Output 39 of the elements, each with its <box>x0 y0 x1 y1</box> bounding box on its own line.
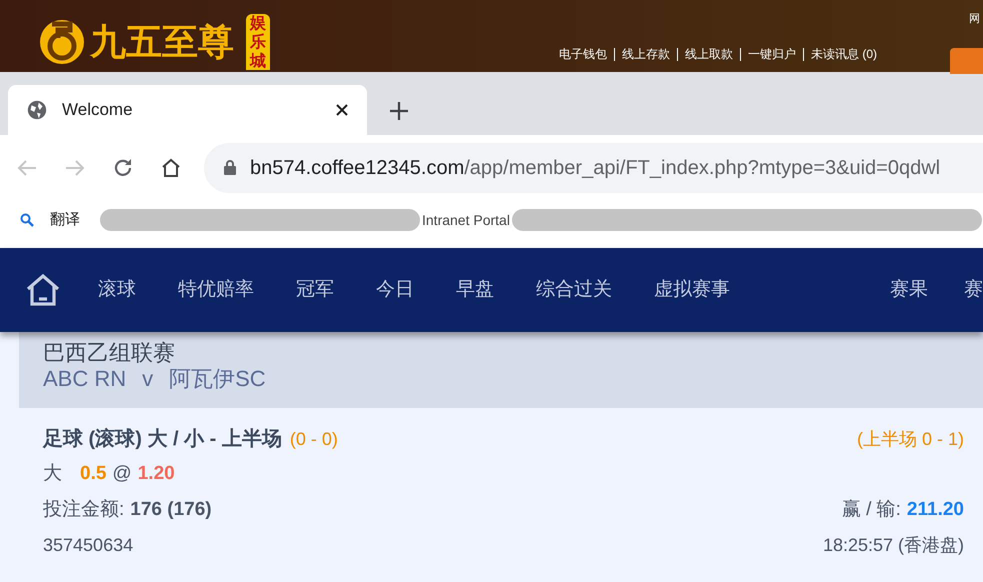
league-name: 巴西乙组联赛 <box>43 340 176 366</box>
line-value: 0.5 <box>80 462 106 486</box>
tab-title: Welcome <box>62 99 134 122</box>
bookmark-label: Intranet Portal <box>420 212 512 228</box>
banner-link[interactable]: 一键归户 <box>740 48 796 61</box>
banner-link[interactable]: 未读讯息 (0) <box>803 48 877 61</box>
browser-tab[interactable]: Welcome <box>8 85 367 135</box>
team-name: 阿瓦伊SC <box>169 366 266 392</box>
half-score-text: (上半场 0 - 1) <box>856 428 964 451</box>
bookmark-link[interactable]: 翻译 <box>20 208 80 232</box>
win-label: 赢 / 输: <box>842 498 901 522</box>
bet-title: 足球 (滚球) 大 / 小 - 上半场 <box>43 426 282 452</box>
at-sign: @ <box>112 462 132 486</box>
win-value: 211.20 <box>906 498 964 522</box>
nav-link[interactable]: 特优赔率 <box>178 276 254 304</box>
nav-link[interactable]: 早盘 <box>456 276 494 304</box>
address-bar[interactable]: bn574.coffee12345.com/app/member_api/FT_index.php?mtype=3&uid=0qdwl <box>204 142 983 192</box>
stake-label: 投注金额: <box>43 498 124 522</box>
team-name: ABC RN <box>43 366 126 392</box>
stake-value: 176 (176) <box>130 498 212 522</box>
nav-link[interactable]: 赛果 <box>890 276 928 304</box>
banner-link[interactable]: 线上存款 <box>614 48 670 61</box>
nav-link[interactable]: 虚拟赛事 <box>654 276 730 304</box>
versus-text: v <box>142 366 154 392</box>
bet-time: 18:25:57 (香港盘) <box>822 534 964 557</box>
banner-text: 网 <box>969 12 980 27</box>
nav-link[interactable]: 今日 <box>376 276 414 304</box>
nav-link[interactable]: 赛 <box>964 276 983 304</box>
logo-badge: 娱乐城 <box>246 14 270 70</box>
logo-text: 九五至尊 <box>90 24 234 60</box>
selection-text: 大 <box>43 462 62 486</box>
banner-link[interactable]: 电子钱包 <box>559 48 607 61</box>
banner-link[interactable]: 线上取款 <box>677 48 733 61</box>
nav-link[interactable]: 冠军 <box>296 276 334 304</box>
odds-value: 1.20 <box>138 462 175 486</box>
score-text: (0 - 0) <box>290 428 338 451</box>
ticket-number: 357450634 <box>43 534 134 557</box>
nav-link[interactable]: 综合过关 <box>536 276 612 304</box>
nav-link[interactable]: 滚球 <box>98 276 136 304</box>
